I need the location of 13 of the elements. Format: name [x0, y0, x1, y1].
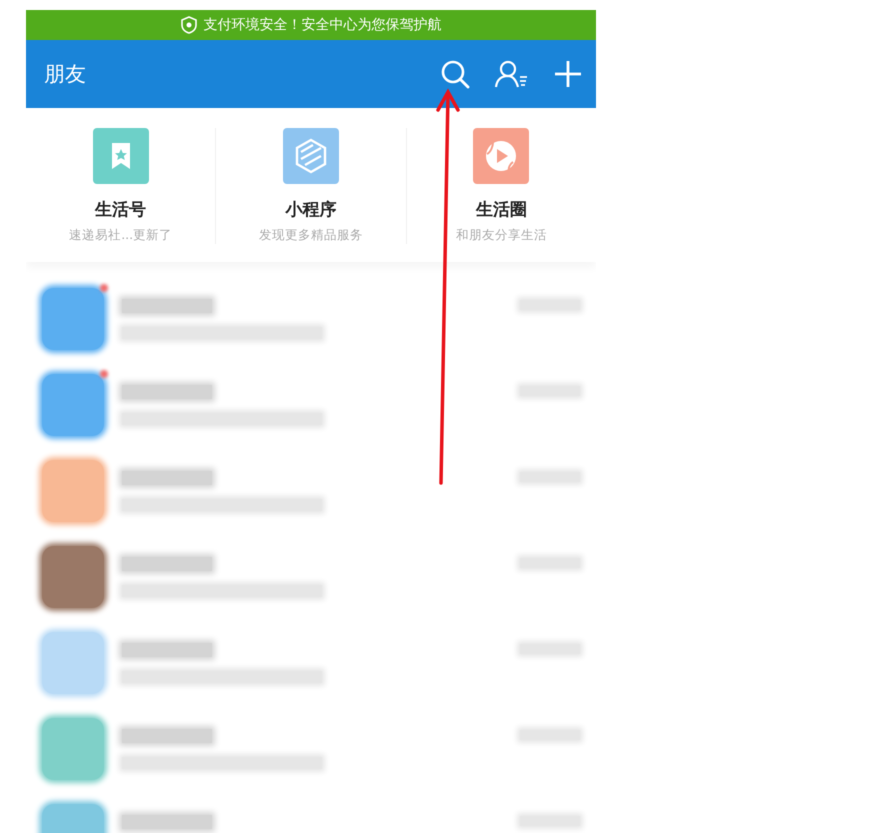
shortcut-subtitle: 和朋友分享生活 [456, 227, 547, 244]
add-icon[interactable] [554, 60, 582, 88]
contacts-icon[interactable] [494, 59, 530, 89]
shortcut-subtitle: 发现更多精品服务 [258, 227, 363, 244]
banner-text: 支付环境安全！安全中心为您保驾护航 [204, 16, 442, 34]
shield-icon [180, 16, 196, 34]
shortcut-title[interactable]: 小程序 [285, 198, 336, 221]
shortcut-title[interactable]: 生活号 [95, 198, 146, 221]
shortcut-subtitle: 速递易社...更新了 [69, 227, 172, 244]
search-icon[interactable] [440, 59, 470, 89]
page-title: 朋友 [44, 61, 86, 88]
play-icon[interactable] [473, 128, 530, 184]
shortcut-title[interactable]: 生活圈 [476, 198, 527, 221]
